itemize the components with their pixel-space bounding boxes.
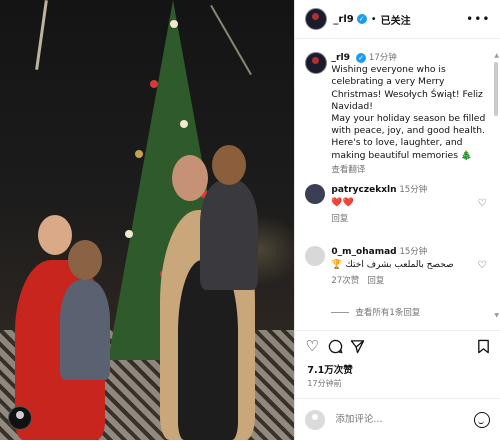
avatar[interactable] — [305, 52, 328, 74]
following-button[interactable]: 已关注 — [381, 12, 411, 27]
caption-text: Wishing everyone who is celebrating a ve… — [331, 64, 486, 161]
comment-input[interactable] — [333, 413, 458, 426]
share-icon[interactable] — [350, 339, 365, 354]
comment-username[interactable]: 0_m_ohamad — [331, 247, 396, 257]
ornament — [180, 120, 188, 128]
comment-like-heart-icon[interactable]: ♡ — [477, 260, 486, 271]
comment-time: 15分钟 — [399, 247, 428, 257]
heart-icon[interactable]: ♡ — [305, 339, 318, 354]
avatar[interactable] — [305, 246, 326, 266]
scroll-down-arrow-icon[interactable]: ▼ — [494, 312, 499, 319]
caption-username[interactable]: _rl9 — [331, 52, 350, 63]
post-details-panel: _rl9 ✓ • 已关注 ••• _rl9 ✓ 17分钟 Wishing eve… — [294, 0, 500, 440]
action-bar: ♡ — [295, 330, 500, 361]
reply-link[interactable]: 回复 — [331, 213, 490, 226]
avatar[interactable] — [305, 184, 326, 204]
comment-like-heart-icon[interactable]: ♡ — [477, 198, 486, 209]
comments-feed[interactable]: _rl9 ✓ 17分钟 Wishing everyone who is cele… — [295, 38, 500, 328]
ornament — [150, 80, 158, 88]
verified-badge-icon: ✓ — [356, 14, 367, 24]
comment-username[interactable]: patryczekxln — [331, 185, 396, 195]
caption-time: 17分钟 — [368, 53, 397, 63]
emoji-icon[interactable] — [474, 412, 491, 428]
post-photo[interactable] — [0, 0, 295, 440]
comment-likes[interactable]: 27次赞 — [331, 276, 359, 286]
scrollbar-thumb[interactable] — [494, 62, 498, 116]
post-header: _rl9 ✓ • 已关注 ••• — [295, 0, 500, 39]
post-time: 17分钟前 — [307, 379, 342, 388]
view-replies-link[interactable]: 查看所有1条回复 — [331, 306, 420, 318]
comment-text: صحصح بالملعب بشرف اختك 🏆 — [331, 260, 454, 270]
translate-link[interactable]: 查看翻译 — [331, 164, 490, 176]
ornament — [125, 230, 133, 238]
comment-icon[interactable] — [328, 339, 343, 354]
comment-item: patryczekxln 15分钟 ❤️❤️ 回复 ♡ — [305, 184, 490, 226]
comment-item: 0_m_ohamad 15分钟 صحصح بالملعب بشرف اختك 🏆… — [305, 246, 490, 288]
person-head — [212, 145, 246, 185]
avatar[interactable] — [305, 8, 328, 30]
comment-text: ❤️❤️ — [331, 198, 354, 208]
scroll-up-arrow-icon[interactable]: ▲ — [494, 52, 499, 59]
bookmark-icon[interactable] — [477, 339, 490, 354]
add-comment-bar — [295, 398, 500, 441]
person-girl — [200, 180, 258, 290]
person-head — [172, 155, 208, 201]
username[interactable]: _rl9 — [333, 14, 353, 25]
tagged-user-icon[interactable] — [8, 406, 32, 430]
caption: _rl9 ✓ 17分钟 Wishing everyone who is cele… — [305, 52, 490, 176]
separator-dot: • — [370, 13, 377, 25]
more-options-icon[interactable]: ••• — [466, 12, 490, 26]
avatar — [305, 410, 326, 430]
reply-link[interactable]: 回复 — [367, 276, 384, 286]
ornament — [170, 20, 178, 28]
ceiling-light — [35, 0, 48, 70]
comment-meta: 27次赞 回复 — [331, 275, 490, 288]
person-head — [68, 240, 102, 280]
person-girl — [60, 280, 110, 380]
comment-time: 15分钟 — [399, 185, 428, 195]
likes-count[interactable]: 7.1万次赞 — [307, 362, 352, 376]
ornament — [135, 150, 143, 158]
person-head — [38, 215, 72, 255]
verified-badge-icon: ✓ — [356, 53, 366, 63]
